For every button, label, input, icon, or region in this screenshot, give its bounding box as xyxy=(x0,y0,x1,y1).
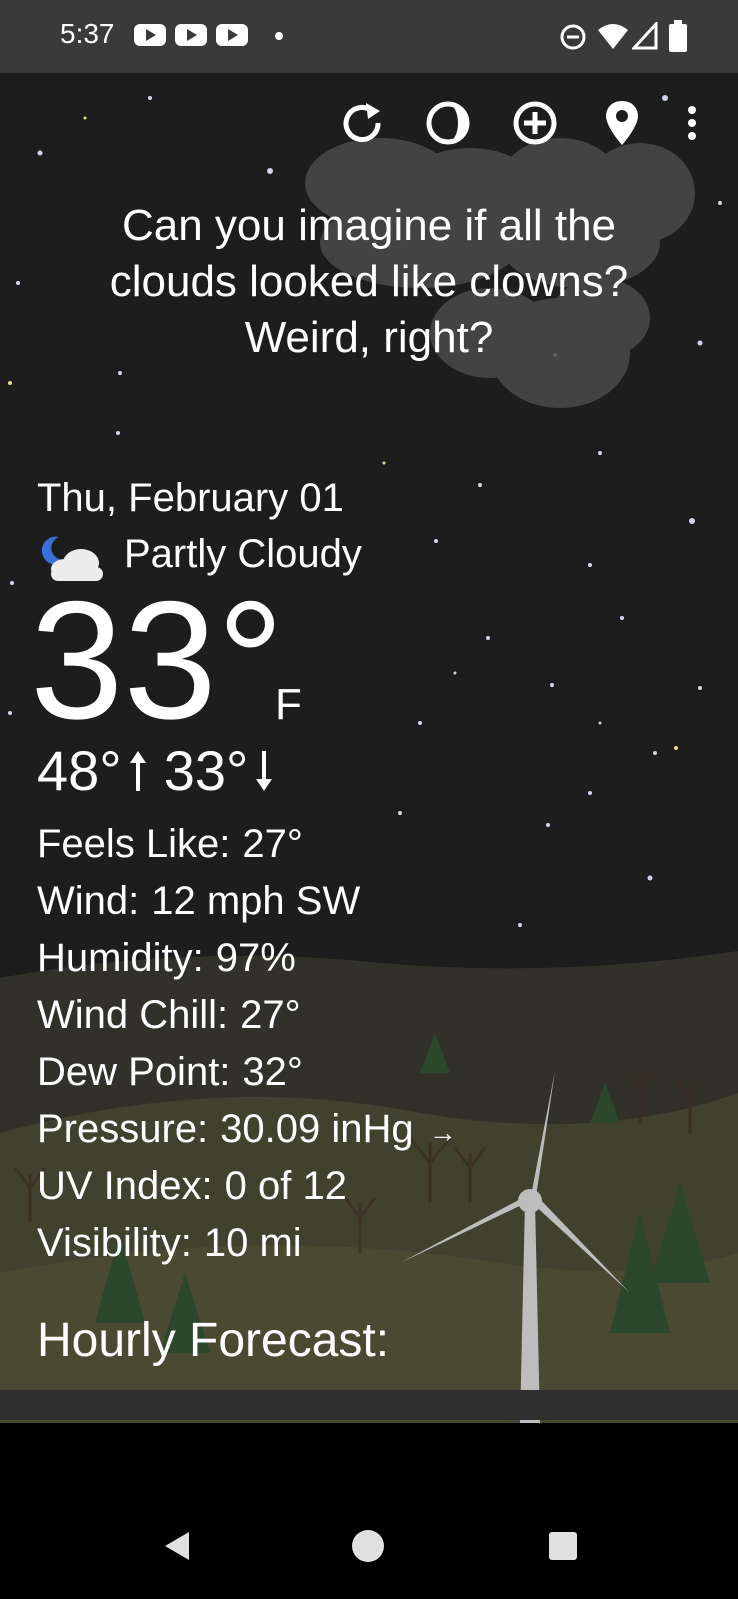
detail-value: 30.09 inHg xyxy=(220,1107,414,1151)
detail-pressure: Pressure: 30.09 inHg → xyxy=(37,1105,457,1162)
quote-line: clouds looked like clowns? xyxy=(109,257,629,306)
detail-visibility: Visibility: 10 mi xyxy=(37,1219,457,1276)
detail-value: 0 of 12 xyxy=(224,1164,347,1208)
hourly-forecast-title: Hourly Forecast: xyxy=(37,1314,390,1367)
youtube-notification-icon xyxy=(134,24,166,46)
high-low-temperature: 48° 33° xyxy=(37,738,274,803)
detail-value: 10 mi xyxy=(203,1221,302,1265)
detail-value: 32° xyxy=(242,1050,303,1094)
arrow-down-icon xyxy=(256,750,273,791)
youtube-notification-icon xyxy=(216,24,248,46)
arrow-up-icon xyxy=(129,750,146,791)
detail-uv-index: UV Index: 0 of 12 xyxy=(37,1162,457,1219)
add-location-icon[interactable] xyxy=(507,95,563,151)
high-temperature: 48° xyxy=(37,739,122,802)
detail-label: UV Index: xyxy=(37,1164,213,1208)
detail-label: Humidity: xyxy=(37,936,204,980)
detail-wind-chill: Wind Chill: 27° xyxy=(37,991,457,1048)
detail-humidity: Humidity: 97% xyxy=(37,934,457,991)
battery-icon xyxy=(669,20,687,52)
temperature-unit: F xyxy=(275,680,302,729)
moon-phase-icon[interactable] xyxy=(420,95,476,151)
hourly-forecast-strip[interactable] xyxy=(0,1390,738,1420)
refresh-icon[interactable] xyxy=(334,95,390,151)
pressure-trend-icon: → xyxy=(428,1117,457,1148)
detail-dew-point: Dew Point: 32° xyxy=(37,1048,457,1105)
youtube-notification-icon xyxy=(175,24,207,46)
detail-value: 27° xyxy=(242,822,303,866)
detail-label: Dew Point: xyxy=(37,1050,231,1094)
weather-quote: Can you imagine if all the clouds looked… xyxy=(40,198,698,366)
detail-value: 12 mph SW xyxy=(151,879,361,923)
home-button[interactable] xyxy=(348,1526,388,1566)
detail-label: Visibility: xyxy=(37,1221,192,1265)
current-date: Thu, February 01 xyxy=(37,476,344,520)
weather-details: Feels Like: 27° Wind: 12 mph SW Humidity: 9… xyxy=(37,820,457,1276)
quote-line: Can you imagine if all the xyxy=(121,201,617,250)
current-temperature: 33° xyxy=(30,566,285,754)
detail-wind: Wind: 12 mph SW xyxy=(37,877,457,934)
cell-signal-icon xyxy=(632,22,658,50)
detail-label: Wind: xyxy=(37,879,140,923)
more-notifications-icon xyxy=(275,32,283,40)
detail-label: Feels Like: xyxy=(37,822,231,866)
detail-value: 27° xyxy=(240,993,301,1037)
detail-label: Pressure: xyxy=(37,1107,209,1151)
location-pin-icon[interactable] xyxy=(594,95,650,151)
navigation-bar xyxy=(0,1423,738,1599)
wifi-icon xyxy=(598,24,628,49)
low-temperature: 33° xyxy=(163,739,249,802)
detail-feels-like: Feels Like: 27° xyxy=(37,820,457,877)
detail-label: Wind Chill: xyxy=(37,993,229,1037)
overflow-menu-icon[interactable] xyxy=(672,95,712,151)
status-time: 5:37 xyxy=(60,18,115,49)
detail-value: 97% xyxy=(215,936,296,980)
back-button[interactable] xyxy=(157,1526,197,1566)
quote-line: Weird, right? xyxy=(244,313,494,362)
recents-button[interactable] xyxy=(543,1526,583,1566)
do-not-disturb-icon xyxy=(560,24,586,50)
status-bar: 5:37 xyxy=(0,0,738,73)
